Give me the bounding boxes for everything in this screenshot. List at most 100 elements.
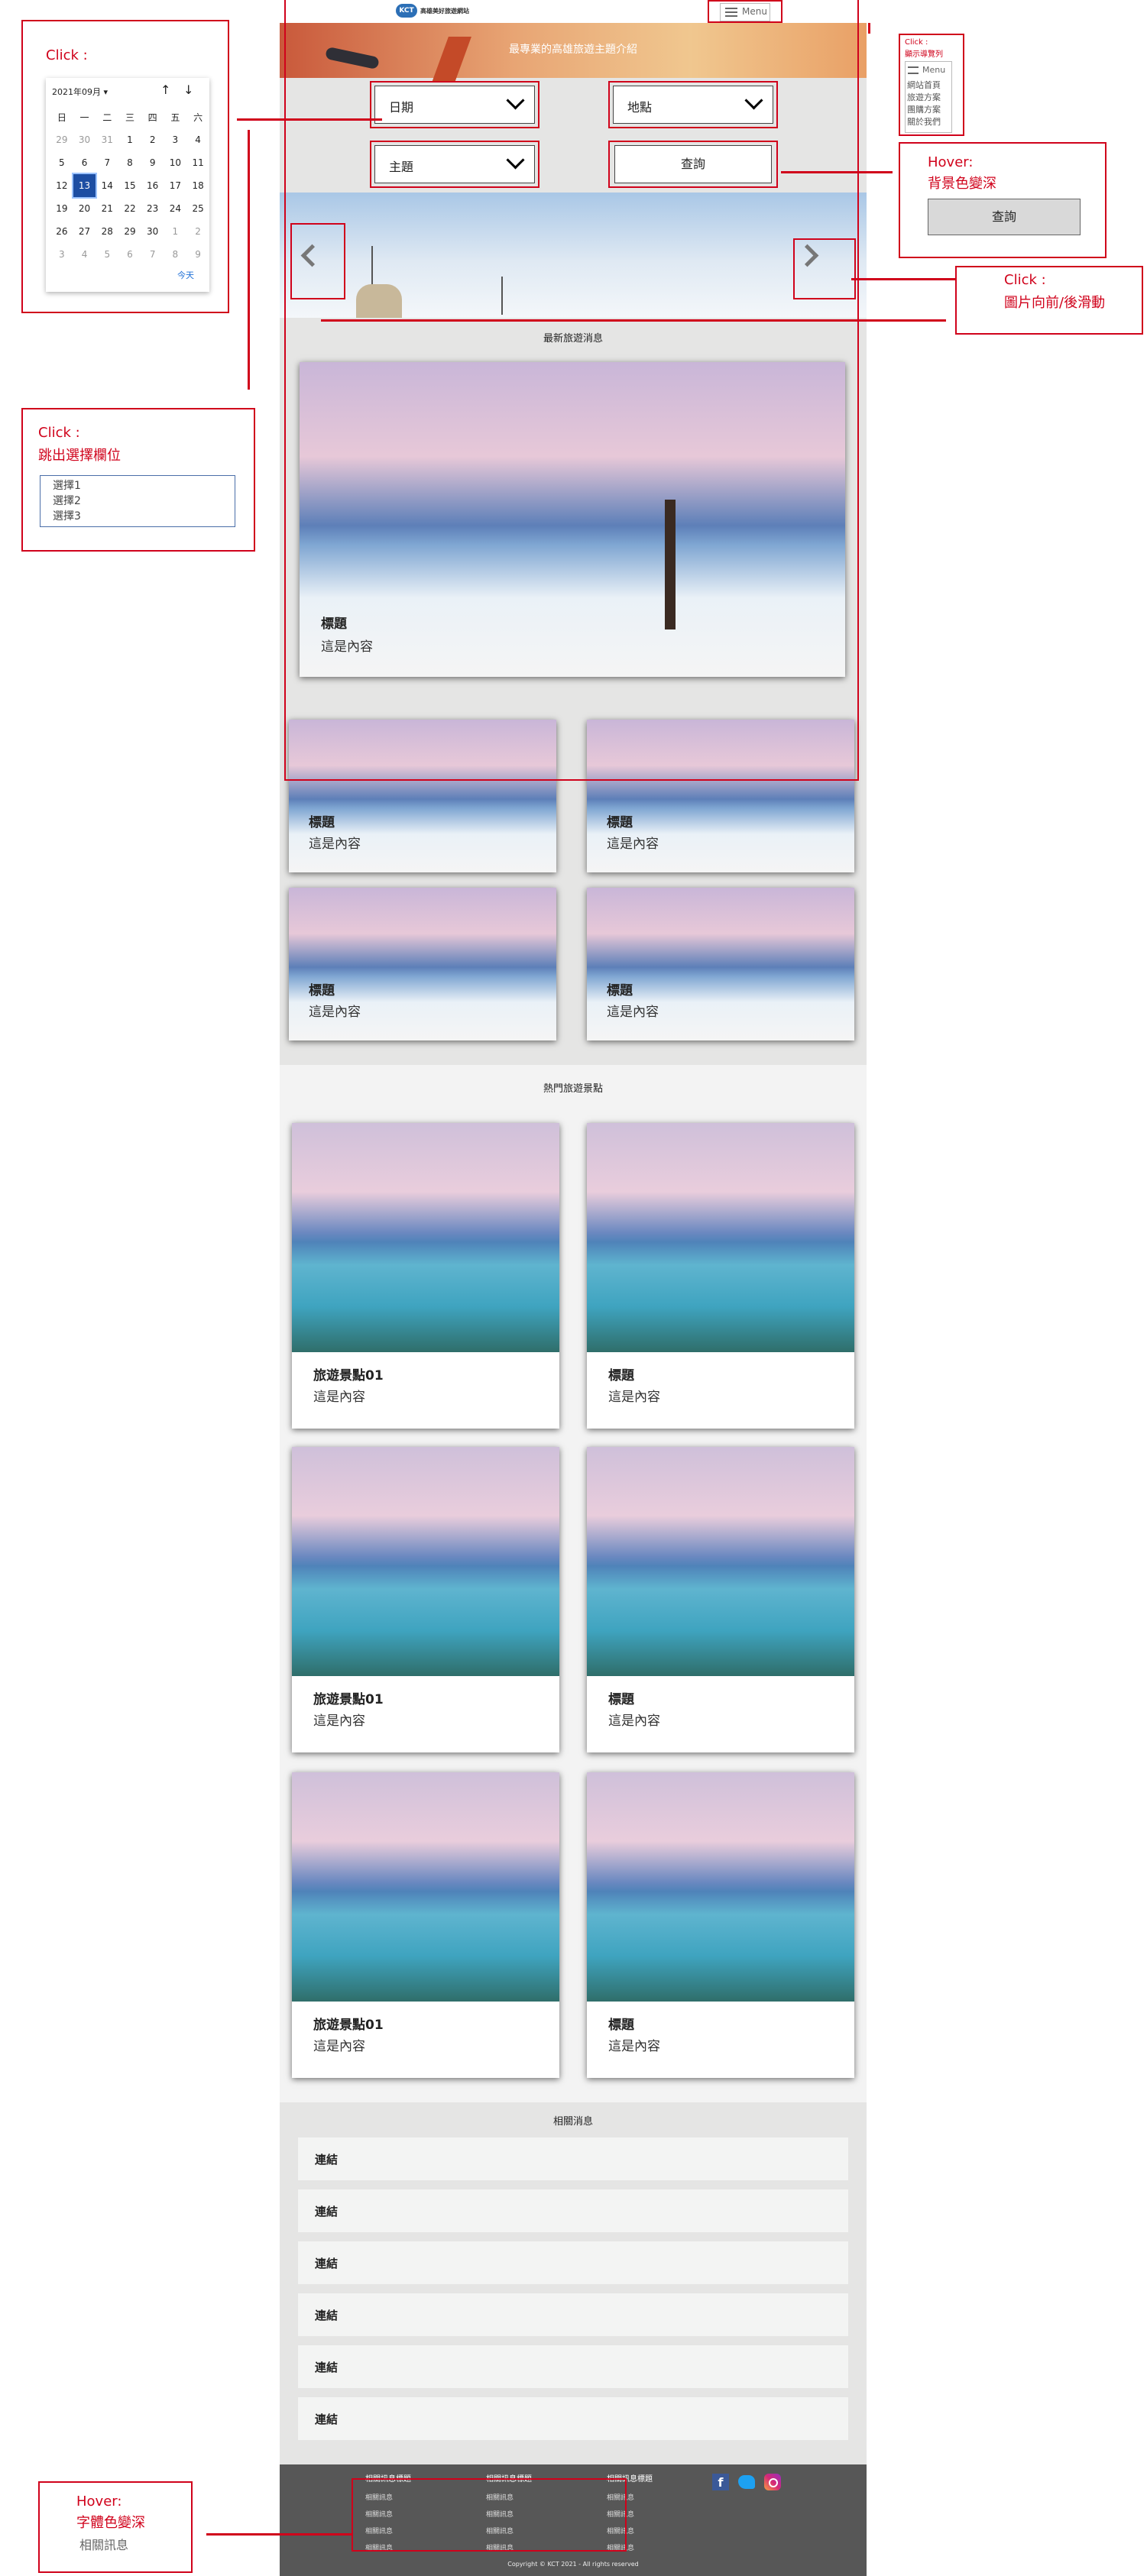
day-cell[interactable]: 30 <box>73 128 96 151</box>
day-cell[interactable]: 26 <box>50 220 73 243</box>
calendar-callout: Click : 2021年09月 ▾ ↑ ↓ 日 一 二 三 四 五 六 29 … <box>21 20 229 313</box>
annotation-frame-footer <box>352 2478 627 2552</box>
select-callout: Click : 跳出選擇欄位 選擇1 選擇2 選擇3 <box>21 408 255 552</box>
annotation-frame-menu <box>708 0 782 23</box>
day-cell[interactable]: 1 <box>118 128 141 151</box>
day-cell[interactable]: 7 <box>96 151 118 174</box>
day-cell[interactable]: 25 <box>186 197 209 220</box>
menu-label: Menu <box>922 65 946 75</box>
day-cell[interactable]: 5 <box>96 243 118 266</box>
links-section-title: 相關消息 <box>552 2116 593 2128</box>
date-picker: 2021年09月 ▾ ↑ ↓ 日 一 二 三 四 五 六 29 30 31 1 … <box>46 78 209 292</box>
spot-card-text: 這是內容 <box>313 1714 365 1729</box>
nav-dropdown: Menu 網站首頁 旅遊方案 團購方案 關於我們 <box>905 61 952 133</box>
day-cell[interactable]: 4 <box>73 243 96 266</box>
day-cell[interactable]: 22 <box>118 197 141 220</box>
popular-section: 熱門旅遊景點 旅遊景點01 這是內容 標題 這是內容 旅遊景點01 這是內容 標… <box>280 1065 867 2102</box>
arrow-up-icon[interactable]: ↑ <box>160 83 170 97</box>
day-cell[interactable]: 2 <box>186 220 209 243</box>
day-cell[interactable]: 23 <box>141 197 164 220</box>
twitter-icon[interactable] <box>738 2475 755 2489</box>
spot-card-text: 這是內容 <box>608 1390 660 1405</box>
instagram-icon[interactable] <box>764 2474 781 2490</box>
day-cell[interactable]: 1 <box>164 220 187 243</box>
date-picker-month[interactable]: 2021年09月 ▾ <box>52 86 108 98</box>
day-cell[interactable]: 10 <box>164 151 187 174</box>
spot-card-title: 旅遊景點01 <box>313 2018 384 2033</box>
spot-card[interactable]: 旅遊景點01 這是內容 <box>292 1123 559 1429</box>
day-cell[interactable]: 11 <box>186 151 209 174</box>
news-card[interactable]: 標題 這是內容 <box>587 888 854 1040</box>
weekday-label: 五 <box>170 112 180 123</box>
nav-item[interactable]: 網站首頁 <box>907 79 941 91</box>
spot-card[interactable]: 標題 這是內容 <box>587 1447 854 1752</box>
link-row[interactable]: 連結 <box>298 2345 848 2388</box>
link-label: 連結 <box>315 2153 339 2167</box>
link-label: 連結 <box>315 2205 339 2218</box>
day-cell[interactable]: 20 <box>73 197 96 220</box>
day-cell[interactable]: 18 <box>186 174 209 197</box>
day-cell[interactable]: 30 <box>141 220 164 243</box>
weekday-label: 一 <box>79 112 89 123</box>
calendar-callout-title: Click : <box>46 47 88 63</box>
day-cell[interactable]: 9 <box>186 243 209 266</box>
today-button[interactable]: 今天 <box>177 269 194 281</box>
select-option[interactable]: 選擇3 <box>53 508 81 523</box>
select-option[interactable]: 選擇1 <box>53 477 81 493</box>
hover-query-button[interactable]: 查詢 <box>928 199 1081 235</box>
link-row[interactable]: 連結 <box>298 2189 848 2232</box>
spot-card-title: 標題 <box>608 2018 634 2033</box>
link-row[interactable]: 連結 <box>298 2397 848 2440</box>
day-cell[interactable]: 29 <box>50 128 73 151</box>
connector-line <box>206 2533 352 2536</box>
day-cell-selected[interactable]: 13 <box>71 173 98 199</box>
link-row[interactable]: 連結 <box>298 2293 848 2336</box>
day-cell[interactable]: 29 <box>118 220 141 243</box>
nav-item[interactable]: 團購方案 <box>907 103 941 115</box>
day-cell[interactable]: 3 <box>164 128 187 151</box>
day-cell[interactable]: 9 <box>141 151 164 174</box>
day-cell[interactable]: 12 <box>50 174 73 197</box>
link-row[interactable]: 連結 <box>298 2241 848 2284</box>
day-cell[interactable]: 7 <box>141 243 164 266</box>
select-options-list: 選擇1 選擇2 選擇3 <box>40 475 235 527</box>
spot-card-text: 這是內容 <box>608 2039 660 2054</box>
spot-card[interactable]: 標題 這是內容 <box>587 1123 854 1429</box>
arrow-down-icon[interactable]: ↓ <box>183 83 193 97</box>
weekday-label: 日 <box>57 112 66 123</box>
slide-callout: Click : 圖片向前/後滑動 <box>955 266 1143 335</box>
day-cell[interactable]: 31 <box>96 128 118 151</box>
day-cell[interactable]: 14 <box>96 174 118 197</box>
day-cell[interactable]: 15 <box>118 174 141 197</box>
spot-card[interactable]: 標題 這是內容 <box>587 1772 854 2078</box>
nav-item[interactable]: 旅遊方案 <box>907 91 941 103</box>
link-row[interactable]: 連結 <box>298 2137 848 2180</box>
select-option[interactable]: 選擇2 <box>53 493 81 508</box>
day-cell[interactable]: 4 <box>186 128 209 151</box>
day-cell[interactable]: 3 <box>50 243 73 266</box>
day-cell[interactable]: 21 <box>96 197 118 220</box>
spot-card-text: 這是內容 <box>313 1390 365 1405</box>
nav-item[interactable]: 關於我們 <box>907 115 941 128</box>
copyright: Copyright © KCT 2021 - All rights reserv… <box>507 2561 639 2568</box>
day-cell[interactable]: 8 <box>164 243 187 266</box>
spot-card[interactable]: 旅遊景點01 這是內容 <box>292 1772 559 2078</box>
day-cell[interactable]: 28 <box>96 220 118 243</box>
annotation-frame-prev <box>290 223 345 299</box>
day-cell[interactable]: 2 <box>141 128 164 151</box>
menu-callout: Click : 顯示導覽列 Menu 網站首頁 旅遊方案 團購方案 關於我們 <box>899 34 964 136</box>
day-cell[interactable]: 19 <box>50 197 73 220</box>
day-cell[interactable]: 6 <box>73 151 96 174</box>
day-cell[interactable]: 5 <box>50 151 73 174</box>
day-cell[interactable]: 27 <box>73 220 96 243</box>
spot-card[interactable]: 旅遊景點01 這是內容 <box>292 1447 559 1752</box>
news-card[interactable]: 標題 這是內容 <box>289 888 556 1040</box>
day-cell[interactable]: 17 <box>164 174 187 197</box>
day-cell[interactable]: 24 <box>164 197 187 220</box>
day-cell[interactable]: 16 <box>141 174 164 197</box>
annotation-frame-place <box>608 81 778 128</box>
menu-callout-title: Click : <box>905 38 928 47</box>
facebook-icon[interactable]: f <box>712 2474 729 2490</box>
day-cell[interactable]: 8 <box>118 151 141 174</box>
day-cell[interactable]: 6 <box>118 243 141 266</box>
